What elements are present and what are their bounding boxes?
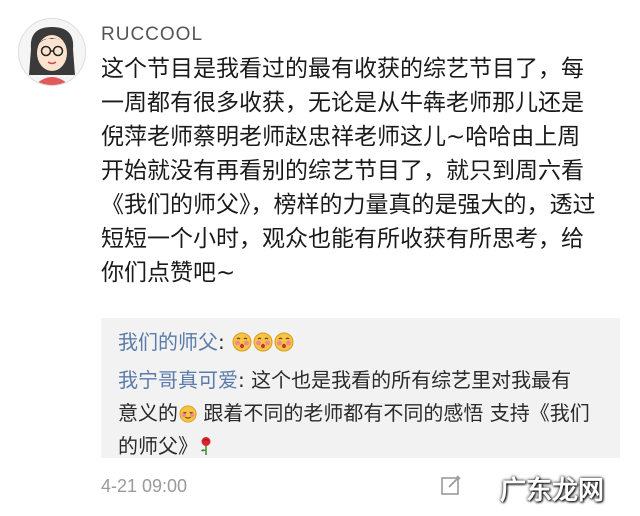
reply-username[interactable]: 我们的师父 [118, 330, 218, 354]
post-content: 这个节目是我看过的最有收获的综艺节目了，每 一周都有很多收获，无论是从牛犇老师那… [101, 52, 621, 290]
edit-icon[interactable] [440, 474, 462, 500]
reply-separator: : [218, 330, 232, 354]
reply-text: 的师父》 [118, 434, 198, 458]
post-time: 4-21 09:00 [101, 476, 188, 496]
content-line: 这个节目是我看过的最有收获的综艺节目了，每 [101, 56, 584, 82]
blush-emoji [253, 332, 273, 352]
reply-item: 我们的师父: [118, 326, 294, 359]
reply-text: 这个也是我看的所有综艺里对我最有 [251, 368, 572, 392]
blush-emoji [232, 332, 252, 352]
reply-text: 意义的 [118, 401, 178, 425]
reply-item: 我宁哥真可爱: 这个也是我看的所有综艺里对我最有 意义的 跟着不同的老师都有不同… [118, 364, 590, 463]
rose-icon [201, 437, 211, 455]
content-line: 《我们的师父》，榜样的力量真的是强大的，透过 [101, 192, 596, 218]
content-line: 你们点赞吧~ [101, 260, 236, 286]
reply-username[interactable]: 我宁哥真可爱 [118, 368, 238, 392]
cartoon-avatar-icon [19, 19, 85, 85]
blush-emoji [274, 332, 294, 352]
content-line: 开始就没有再看别的综艺节目了，就只到周六看 [101, 158, 584, 184]
reply-text: 跟着不同的老师都有不同的感悟 支持《我们 [197, 401, 590, 425]
content-line: 短短一个小时，观众也能有所收获有所思考，给 [101, 226, 584, 252]
content-line: 一周都有很多收获，无论是从牛犇老师那儿还是 [101, 90, 584, 116]
watermark: 广东龙网 [500, 476, 605, 506]
avatar[interactable] [18, 18, 86, 86]
reply-separator: : [238, 368, 252, 392]
username[interactable]: RUCCOOL [101, 24, 203, 46]
reply-list: 我们的师父: 我宁哥真可爱: 这个也是我看的所有综艺里对我最有 意义的 跟着不同… [101, 318, 620, 458]
content-line: 倪萍老师蔡明老师赵忠祥老师这儿~哈哈由上周 [101, 124, 581, 150]
blush-emoji [179, 405, 197, 423]
